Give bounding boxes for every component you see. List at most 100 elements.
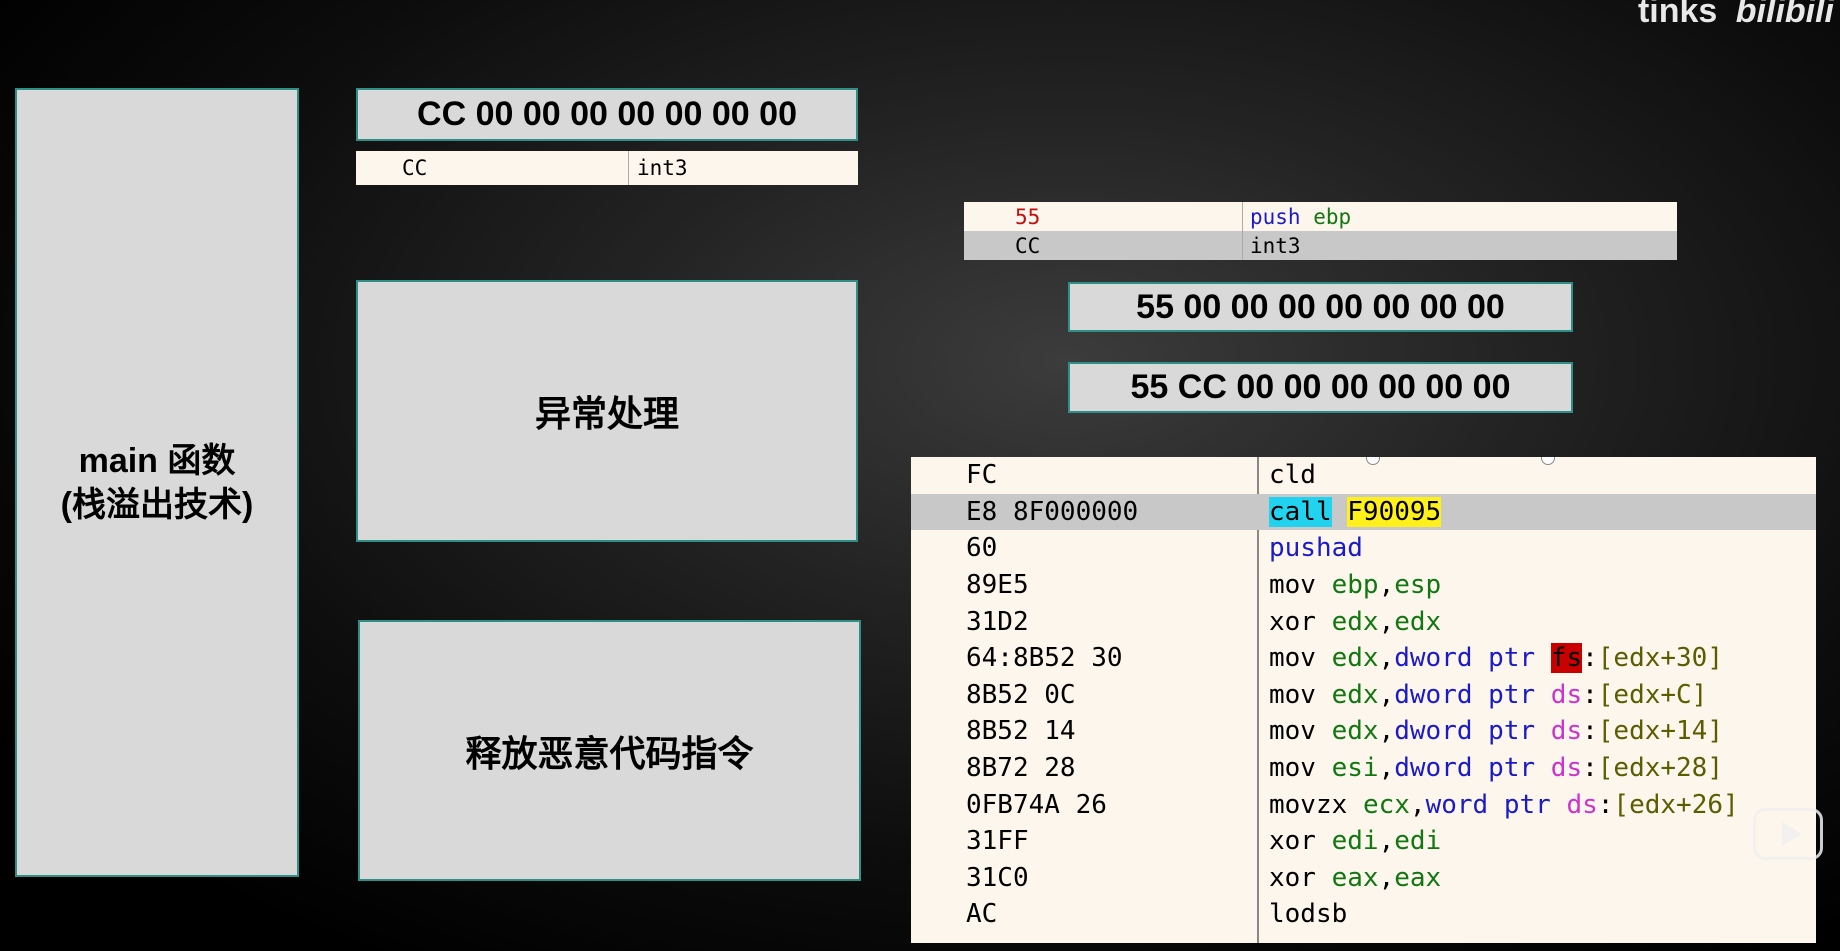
disasm-bytes: E8 8F000000 <box>966 496 1139 527</box>
disasm-row[interactable]: 89E5 mov ebp, esp <box>911 567 1816 604</box>
disasm-instr: mov esi, dword ptr ds: [edx+28] <box>1269 753 1723 784</box>
disasm-right-small: 55 push ebp CC int3 <box>964 202 1677 260</box>
disasm-bytes: 8B52 0C <box>966 679 1076 710</box>
hex-bytes-top: CC 00 00 00 00 00 00 00 <box>356 88 858 141</box>
operand-size: dword ptr <box>1394 643 1536 674</box>
register: edx <box>1331 606 1379 637</box>
disasm-row[interactable]: 8B72 28 mov esi, dword ptr ds: [edx+28] <box>911 750 1816 787</box>
mnemonic: mov <box>1269 716 1316 747</box>
segment: ds <box>1550 753 1583 784</box>
logo-text: tinks <box>1637 0 1718 30</box>
disasm-row[interactable]: 8B52 14 mov edx, dword ptr ds: [edx+14] <box>911 713 1816 750</box>
disasm-bytes: 31FF <box>966 826 1029 857</box>
disasm-bytes: 60 <box>966 533 998 564</box>
mnemonic: xor <box>1269 826 1316 857</box>
disasm-row[interactable]: 64:8B52 30 mov edx, dword ptr fs: [edx+30] <box>911 640 1816 677</box>
operand-size: dword ptr <box>1394 753 1536 784</box>
segment: fs <box>1550 643 1583 674</box>
memory-operand: [edx+C] <box>1597 679 1708 710</box>
disasm-instr: movzx ecx, word ptr ds: [edx+26] <box>1269 789 1739 820</box>
operand-size: dword ptr <box>1394 716 1536 747</box>
hex-bytes-mid-2: 55 CC 00 00 00 00 00 00 <box>1068 362 1573 413</box>
disasm-bytes: 55 <box>964 202 1243 231</box>
call-target: F90095 <box>1347 496 1442 527</box>
disasm-bytes: CC <box>964 231 1243 260</box>
disasm-row[interactable]: 31FF xor edi, edi <box>911 823 1816 860</box>
register: ebp <box>1331 570 1379 601</box>
disasm-instr: mov edx, dword ptr fs: [edx+30] <box>1269 643 1723 674</box>
mnemonic: cld <box>1269 460 1316 491</box>
memory-operand: [edx+30] <box>1597 643 1723 674</box>
register: esi <box>1331 753 1379 784</box>
disasm-row[interactable]: FC cld <box>911 457 1816 494</box>
segment: ds <box>1550 716 1583 747</box>
disasm-bytes: 0FB74A 26 <box>966 789 1107 820</box>
register: edx <box>1394 606 1442 637</box>
disasm-row[interactable]: AC lodsb <box>911 896 1816 933</box>
memory-operand: [edx+26] <box>1613 789 1739 820</box>
disasm-row[interactable]: 60 pushad <box>911 530 1816 567</box>
mnemonic: pushad <box>1269 533 1363 564</box>
memory-operand: [edx+28] <box>1597 753 1723 784</box>
disasm-instr: xor edi, edi <box>1269 826 1442 857</box>
disasm-bytes: AC <box>966 899 998 930</box>
exception-handling-box: 异常处理 <box>356 280 858 542</box>
malicious-payload-box: 释放恶意代码指令 <box>358 620 861 881</box>
disasm-instr: xor eax, eax <box>1269 862 1442 893</box>
hex-bytes-mid-1: 55 00 00 00 00 00 00 00 <box>1068 282 1573 332</box>
mnemonic: movzx <box>1269 789 1348 820</box>
register: ebp <box>1313 204 1352 229</box>
main-function-label: main 函数 <box>78 441 236 480</box>
disasm-bytes: 64:8B52 30 <box>966 643 1123 674</box>
disasm-bytes: 31D2 <box>966 606 1029 637</box>
logo-brand: bilibili <box>1735 0 1834 30</box>
register: eax <box>1394 862 1442 893</box>
disasm-instr: mov ebp, esp <box>1269 570 1442 601</box>
main-function-box: main 函数 (栈溢出技术) <box>15 88 299 877</box>
disasm-row[interactable]: 55 push ebp <box>964 202 1677 231</box>
register: edi <box>1331 826 1379 857</box>
operand-size: word ptr <box>1425 789 1551 820</box>
segment: ds <box>1550 679 1583 710</box>
register: esp <box>1394 570 1442 601</box>
disasm-instr: push ebp <box>1243 202 1351 231</box>
disasm-row[interactable]: 8B52 0C mov edx, dword ptr ds: [edx+C] <box>911 677 1816 714</box>
disasm-instr: int3 <box>637 156 688 180</box>
register: edx <box>1331 643 1379 674</box>
register: edx <box>1331 716 1379 747</box>
operand-size: dword ptr <box>1394 679 1536 710</box>
mnemonic: lodsb <box>1269 899 1348 930</box>
disasm-row[interactable]: 31C0 xor eax, eax <box>911 860 1816 897</box>
disasm-row[interactable]: 31D2 xor edx, edx <box>911 603 1816 640</box>
disasm-instr: int3 <box>1250 233 1301 258</box>
disasm-main: FC cld E8 8F000000 call F90095 60 pushad 89E5 m… <box>911 457 1816 943</box>
mnemonic: push <box>1250 204 1301 229</box>
disasm-instr: mov edx, dword ptr ds: [edx+C] <box>1269 679 1708 710</box>
register: edx <box>1331 679 1379 710</box>
register: eax <box>1331 862 1379 893</box>
disasm-bytes: 8B52 14 <box>966 716 1076 747</box>
disasm-bytes: CC <box>356 151 629 185</box>
play-icon[interactable] <box>1753 808 1823 860</box>
mnemonic: xor <box>1269 862 1316 893</box>
disasm-row[interactable]: CC int3 <box>356 151 858 185</box>
disasm-row-selected[interactable]: E8 8F000000 call F90095 <box>911 493 1816 531</box>
disasm-instr: pushad <box>1257 530 1363 567</box>
disasm-row-selected[interactable]: CC int3 <box>964 231 1677 260</box>
register: edi <box>1394 826 1442 857</box>
disasm-bytes: 89E5 <box>966 570 1029 601</box>
mnemonic: mov <box>1269 643 1316 674</box>
disasm-row[interactable]: 0FB74A 26 movzx ecx, word ptr ds: [edx+26] <box>911 786 1816 823</box>
bilibili-logo: tinks bilibili <box>1638 0 1834 31</box>
segment: ds <box>1566 789 1598 820</box>
mnemonic: mov <box>1269 679 1316 710</box>
register: ecx <box>1362 789 1410 820</box>
mnemonic: mov <box>1269 570 1316 601</box>
memory-operand: [edx+14] <box>1597 716 1723 747</box>
disasm-instr: call F90095 <box>1257 494 1442 531</box>
stack-overflow-label: (栈溢出技术) <box>60 485 254 524</box>
disasm-bytes: 8B72 28 <box>966 753 1076 784</box>
mnemonic: xor <box>1269 606 1316 637</box>
disasm-instr: cld <box>1257 457 1316 494</box>
mnemonic: mov <box>1269 753 1316 784</box>
